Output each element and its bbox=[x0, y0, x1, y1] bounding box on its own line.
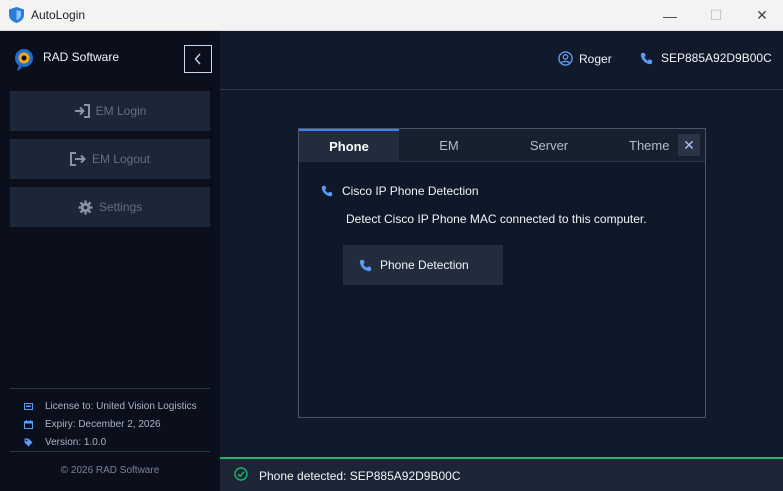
calendar-icon bbox=[24, 420, 33, 429]
rad-logo-icon bbox=[15, 49, 33, 71]
user-icon bbox=[558, 51, 573, 66]
settings-dialog: Phone EM Server Theme ✕ Cisco IP Phone D… bbox=[298, 128, 706, 418]
sidebar: RAD Software EM Login EM Logout Settings bbox=[0, 31, 220, 491]
chevron-left-icon bbox=[194, 53, 201, 65]
minimize-button[interactable]: — bbox=[647, 0, 693, 31]
collapse-sidebar-button[interactable] bbox=[184, 45, 212, 73]
license-text: License to: United Vision Logistics bbox=[45, 401, 197, 412]
phone-icon bbox=[640, 52, 653, 64]
copyright: © 2026 RAD Software bbox=[60, 465, 160, 476]
sign-out-icon bbox=[69, 152, 86, 166]
settings-button[interactable]: Settings bbox=[10, 187, 210, 227]
id-card-icon bbox=[24, 403, 33, 410]
em-logout-button[interactable]: EM Logout bbox=[10, 139, 210, 179]
settings-label: Settings bbox=[98, 200, 143, 214]
version-text: Version: 1.0.0 bbox=[45, 437, 107, 448]
phone-detection-button[interactable]: Phone Detection bbox=[343, 245, 503, 285]
tab-phone[interactable]: Phone bbox=[299, 129, 399, 162]
dialog-close-button[interactable]: ✕ bbox=[678, 134, 700, 156]
em-logout-label: EM Logout bbox=[91, 152, 151, 166]
dialog-tabs: Phone EM Server Theme bbox=[299, 129, 705, 162]
brand-name: RAD Software bbox=[43, 50, 120, 64]
section-title-text: Cisco IP Phone Detection bbox=[342, 184, 479, 198]
phone-detection-label: Phone Detection bbox=[380, 258, 469, 272]
status-text: Phone detected: SEP885A92D9B00C bbox=[259, 469, 461, 483]
status-bar: Phone detected: SEP885A92D9B00C bbox=[220, 457, 783, 491]
window-titlebar: AutoLogin — ☐ ✕ bbox=[0, 0, 783, 31]
tag-icon bbox=[24, 438, 33, 447]
main-area: Roger SEP885A92D9B00C Phone EM Server Th… bbox=[220, 31, 783, 491]
sidebar-divider-bottom bbox=[10, 451, 210, 452]
license-info: License to: United Vision Logistics bbox=[24, 401, 197, 412]
device-name: SEP885A92D9B00C bbox=[661, 51, 772, 65]
version-info: Version: 1.0.0 bbox=[24, 437, 106, 448]
user-info: Roger bbox=[558, 51, 612, 66]
user-name: Roger bbox=[579, 51, 612, 66]
check-circle-icon bbox=[234, 467, 248, 481]
device-info: SEP885A92D9B00C bbox=[640, 51, 772, 65]
tab-server[interactable]: Server bbox=[499, 129, 599, 162]
sign-in-icon bbox=[74, 104, 90, 118]
phone-icon bbox=[359, 259, 372, 271]
phone-icon bbox=[321, 185, 333, 197]
em-login-button[interactable]: EM Login bbox=[10, 91, 210, 131]
header: Roger SEP885A92D9B00C bbox=[220, 31, 783, 90]
close-window-button[interactable]: ✕ bbox=[739, 0, 783, 31]
maximize-button[interactable]: ☐ bbox=[693, 0, 739, 31]
app-shield-icon bbox=[9, 7, 24, 23]
expiry-info: Expiry: December 2, 2026 bbox=[24, 419, 161, 430]
em-login-label: EM Login bbox=[95, 104, 147, 118]
section-description: Detect Cisco IP Phone MAC connected to t… bbox=[346, 212, 647, 226]
section-title: Cisco IP Phone Detection bbox=[321, 184, 479, 198]
expiry-text: Expiry: December 2, 2026 bbox=[45, 419, 161, 430]
tab-em[interactable]: EM bbox=[399, 129, 499, 162]
window-title: AutoLogin bbox=[31, 8, 86, 22]
gear-icon bbox=[78, 199, 93, 215]
sidebar-divider bbox=[10, 388, 210, 389]
